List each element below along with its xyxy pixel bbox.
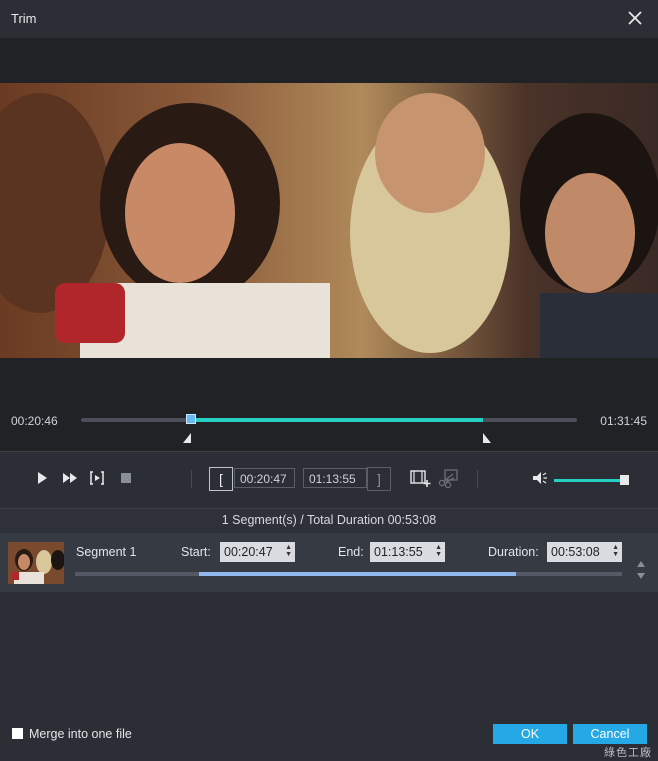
segment-range-fill <box>199 572 516 576</box>
title-bar: Trim <box>0 0 658 38</box>
segment-row[interactable]: Segment 1 Start: 00:20:47 ▲ ▼ End: 01:13:… <box>0 533 658 592</box>
volume-slider-track[interactable] <box>554 479 625 482</box>
window-title: Trim <box>11 11 37 26</box>
set-start-button[interactable]: [ <box>209 467 233 491</box>
segment-name: Segment 1 <box>76 545 137 559</box>
timeline-playhead[interactable] <box>186 414 197 424</box>
close-icon[interactable] <box>626 9 644 27</box>
segment-range-track[interactable] <box>75 572 622 576</box>
spinner-arrows-icon[interactable]: ▲ ▼ <box>612 544 619 558</box>
segment-start-spinner[interactable]: 00:20:47 ▲ ▼ <box>220 542 295 562</box>
play-icon[interactable] <box>33 469 51 487</box>
fast-forward-icon[interactable] <box>61 469 79 487</box>
total-time: 01:31:45 <box>600 414 647 428</box>
separator <box>477 470 478 488</box>
watermark-text: 綠色工廠 <box>604 747 652 759</box>
timeline-track[interactable] <box>81 418 577 422</box>
ok-button[interactable]: OK <box>493 724 567 744</box>
segment-end-value: 01:13:55 <box>374 545 423 559</box>
duration-label: Duration: <box>488 545 539 559</box>
spinner-arrows-icon[interactable]: ▲ ▼ <box>285 544 292 558</box>
spinner-arrows-icon[interactable]: ▲ ▼ <box>435 544 442 558</box>
video-frame <box>0 83 658 358</box>
segment-thumbnail <box>8 542 64 584</box>
segment-summary: 1 Segment(s) / Total Duration 00:53:08 <box>0 508 658 534</box>
video-preview-area <box>0 38 658 451</box>
volume-slider-knob[interactable] <box>620 475 629 485</box>
add-segment-icon[interactable] <box>409 468 431 488</box>
segment-duration-value: 00:53:08 <box>551 545 600 559</box>
reorder-arrows-icon[interactable] <box>636 559 646 581</box>
cancel-button[interactable]: Cancel <box>573 724 647 744</box>
segment-duration-spinner[interactable]: 00:53:08 ▲ ▼ <box>547 542 622 562</box>
volume-icon[interactable] <box>531 469 549 487</box>
control-bar: [ 00:20:47 01:13:55 ] <box>0 451 658 508</box>
start-label: Start: <box>181 545 211 559</box>
segment-start-value: 00:20:47 <box>224 545 273 559</box>
frame-step-icon[interactable] <box>88 469 106 487</box>
segment-end-spinner[interactable]: 01:13:55 ▲ ▼ <box>370 542 445 562</box>
trim-end-marker[interactable] <box>482 433 491 443</box>
end-label: End: <box>338 545 364 559</box>
start-time-field[interactable]: 00:20:47 <box>234 468 295 488</box>
merge-label: Merge into one file <box>29 727 132 741</box>
split-scissors-icon[interactable] <box>437 468 459 488</box>
merge-checkbox[interactable] <box>12 728 23 739</box>
set-end-button[interactable]: ] <box>367 467 391 491</box>
separator <box>191 470 192 488</box>
trim-start-marker[interactable] <box>183 433 192 443</box>
timeline-selection <box>191 418 483 422</box>
end-time-field[interactable]: 01:13:55 <box>303 468 367 488</box>
current-time: 00:20:46 <box>11 414 58 428</box>
stop-icon[interactable] <box>117 469 135 487</box>
